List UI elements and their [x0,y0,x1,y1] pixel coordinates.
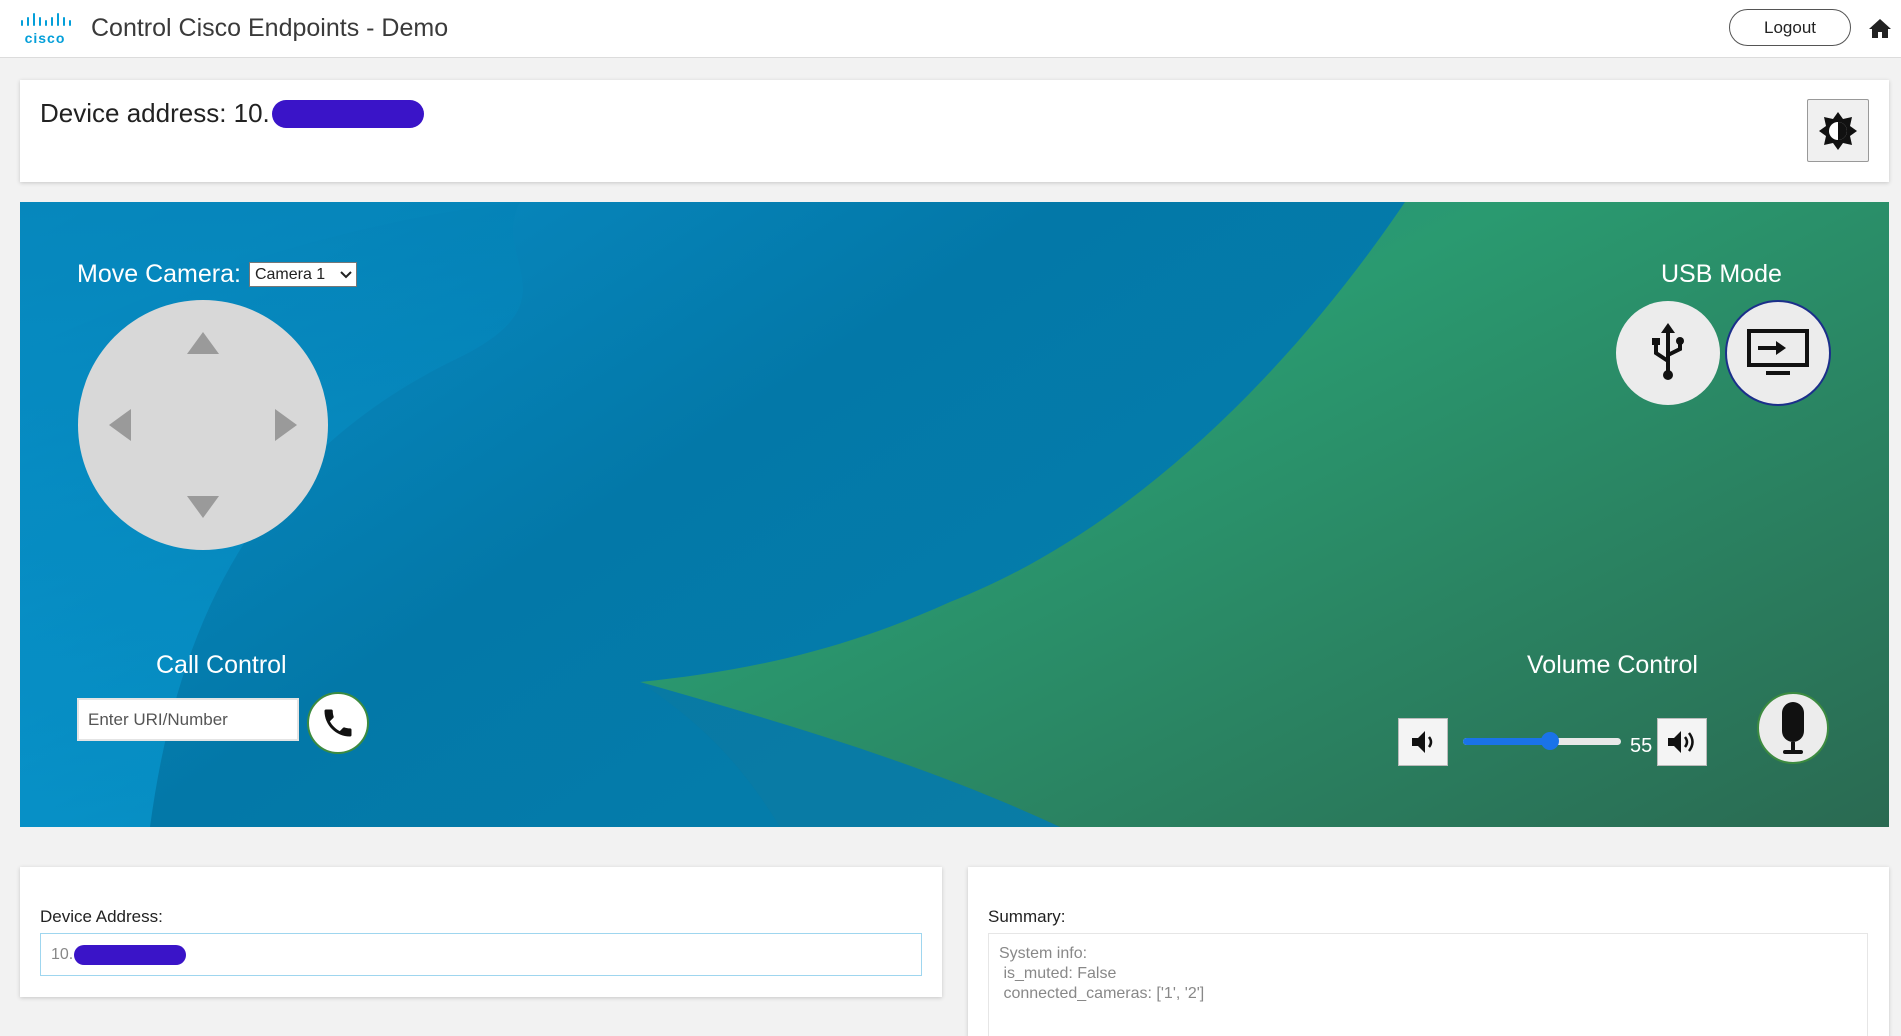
control-panel: Move Camera: Camera 1 Call Control USB M… [20,202,1889,827]
logo-wordmark: cisco [24,30,66,46]
device-address-card: Device Address: 10. [20,867,942,997]
left-arrow-icon[interactable] [109,409,131,441]
down-arrow-icon[interactable] [187,496,219,518]
home-icon[interactable] [1868,17,1892,39]
volume-slider[interactable] [1463,732,1621,750]
volume-control-title: Volume Control [1527,651,1698,679]
up-arrow-icon[interactable] [187,332,219,354]
summary-label: Summary: [988,907,1066,926]
screen-input-button[interactable] [1725,300,1831,406]
microphone-button[interactable] [1757,692,1829,764]
device-address-label: Device address: 10. [40,98,270,128]
summary-textarea[interactable]: System info: is_muted: False connected_c… [988,933,1868,1036]
device-address-input[interactable]: 10. [40,933,922,976]
camera-select[interactable]: Camera 1 [248,262,357,287]
top-bar: cisco Control Cisco Endpoints - Demo Log… [0,0,1901,58]
theme-toggle-button[interactable] [1807,99,1869,162]
redacted-address [271,99,424,128]
device-address-line: Device address: 10. [40,98,424,129]
call-control-title: Call Control [156,651,287,679]
call-button[interactable] [307,692,369,754]
camera-joystick [78,300,328,550]
move-camera-label: Move Camera: Camera 1 [77,260,357,289]
chevron-down-icon [340,270,352,278]
volume-value: 55 [1630,735,1653,757]
redacted-address-value [74,944,187,965]
move-camera-text: Move Camera: [77,260,241,288]
brightness-icon [1819,111,1857,150]
device-card: Device address: 10. [20,80,1889,182]
summary-card: Summary: System info: is_muted: False co… [968,867,1889,1036]
volume-up-button[interactable] [1657,718,1707,766]
slider-thumb[interactable] [1541,732,1559,750]
cisco-logo: cisco [19,12,71,46]
usb-mode-button[interactable] [1616,301,1720,405]
slider-fill [1463,738,1550,745]
device-address-value: 10. [51,945,74,963]
volume-down-icon [1412,731,1433,753]
logout-button[interactable]: Logout [1729,9,1851,46]
screen-input-icon [1747,329,1809,375]
phone-icon [324,709,352,737]
usb-icon [1652,323,1684,380]
usb-mode-title: USB Mode [1661,260,1782,288]
microphone-icon [1782,702,1804,754]
device-address-field-label: Device Address: [40,907,163,926]
right-arrow-icon[interactable] [275,409,297,441]
volume-up-icon [1668,731,1694,753]
camera-select-value: Camera 1 [254,265,326,283]
volume-down-button[interactable] [1398,718,1448,766]
uri-number-input[interactable] [77,698,299,741]
page-title: Control Cisco Endpoints - Demo [91,14,449,42]
